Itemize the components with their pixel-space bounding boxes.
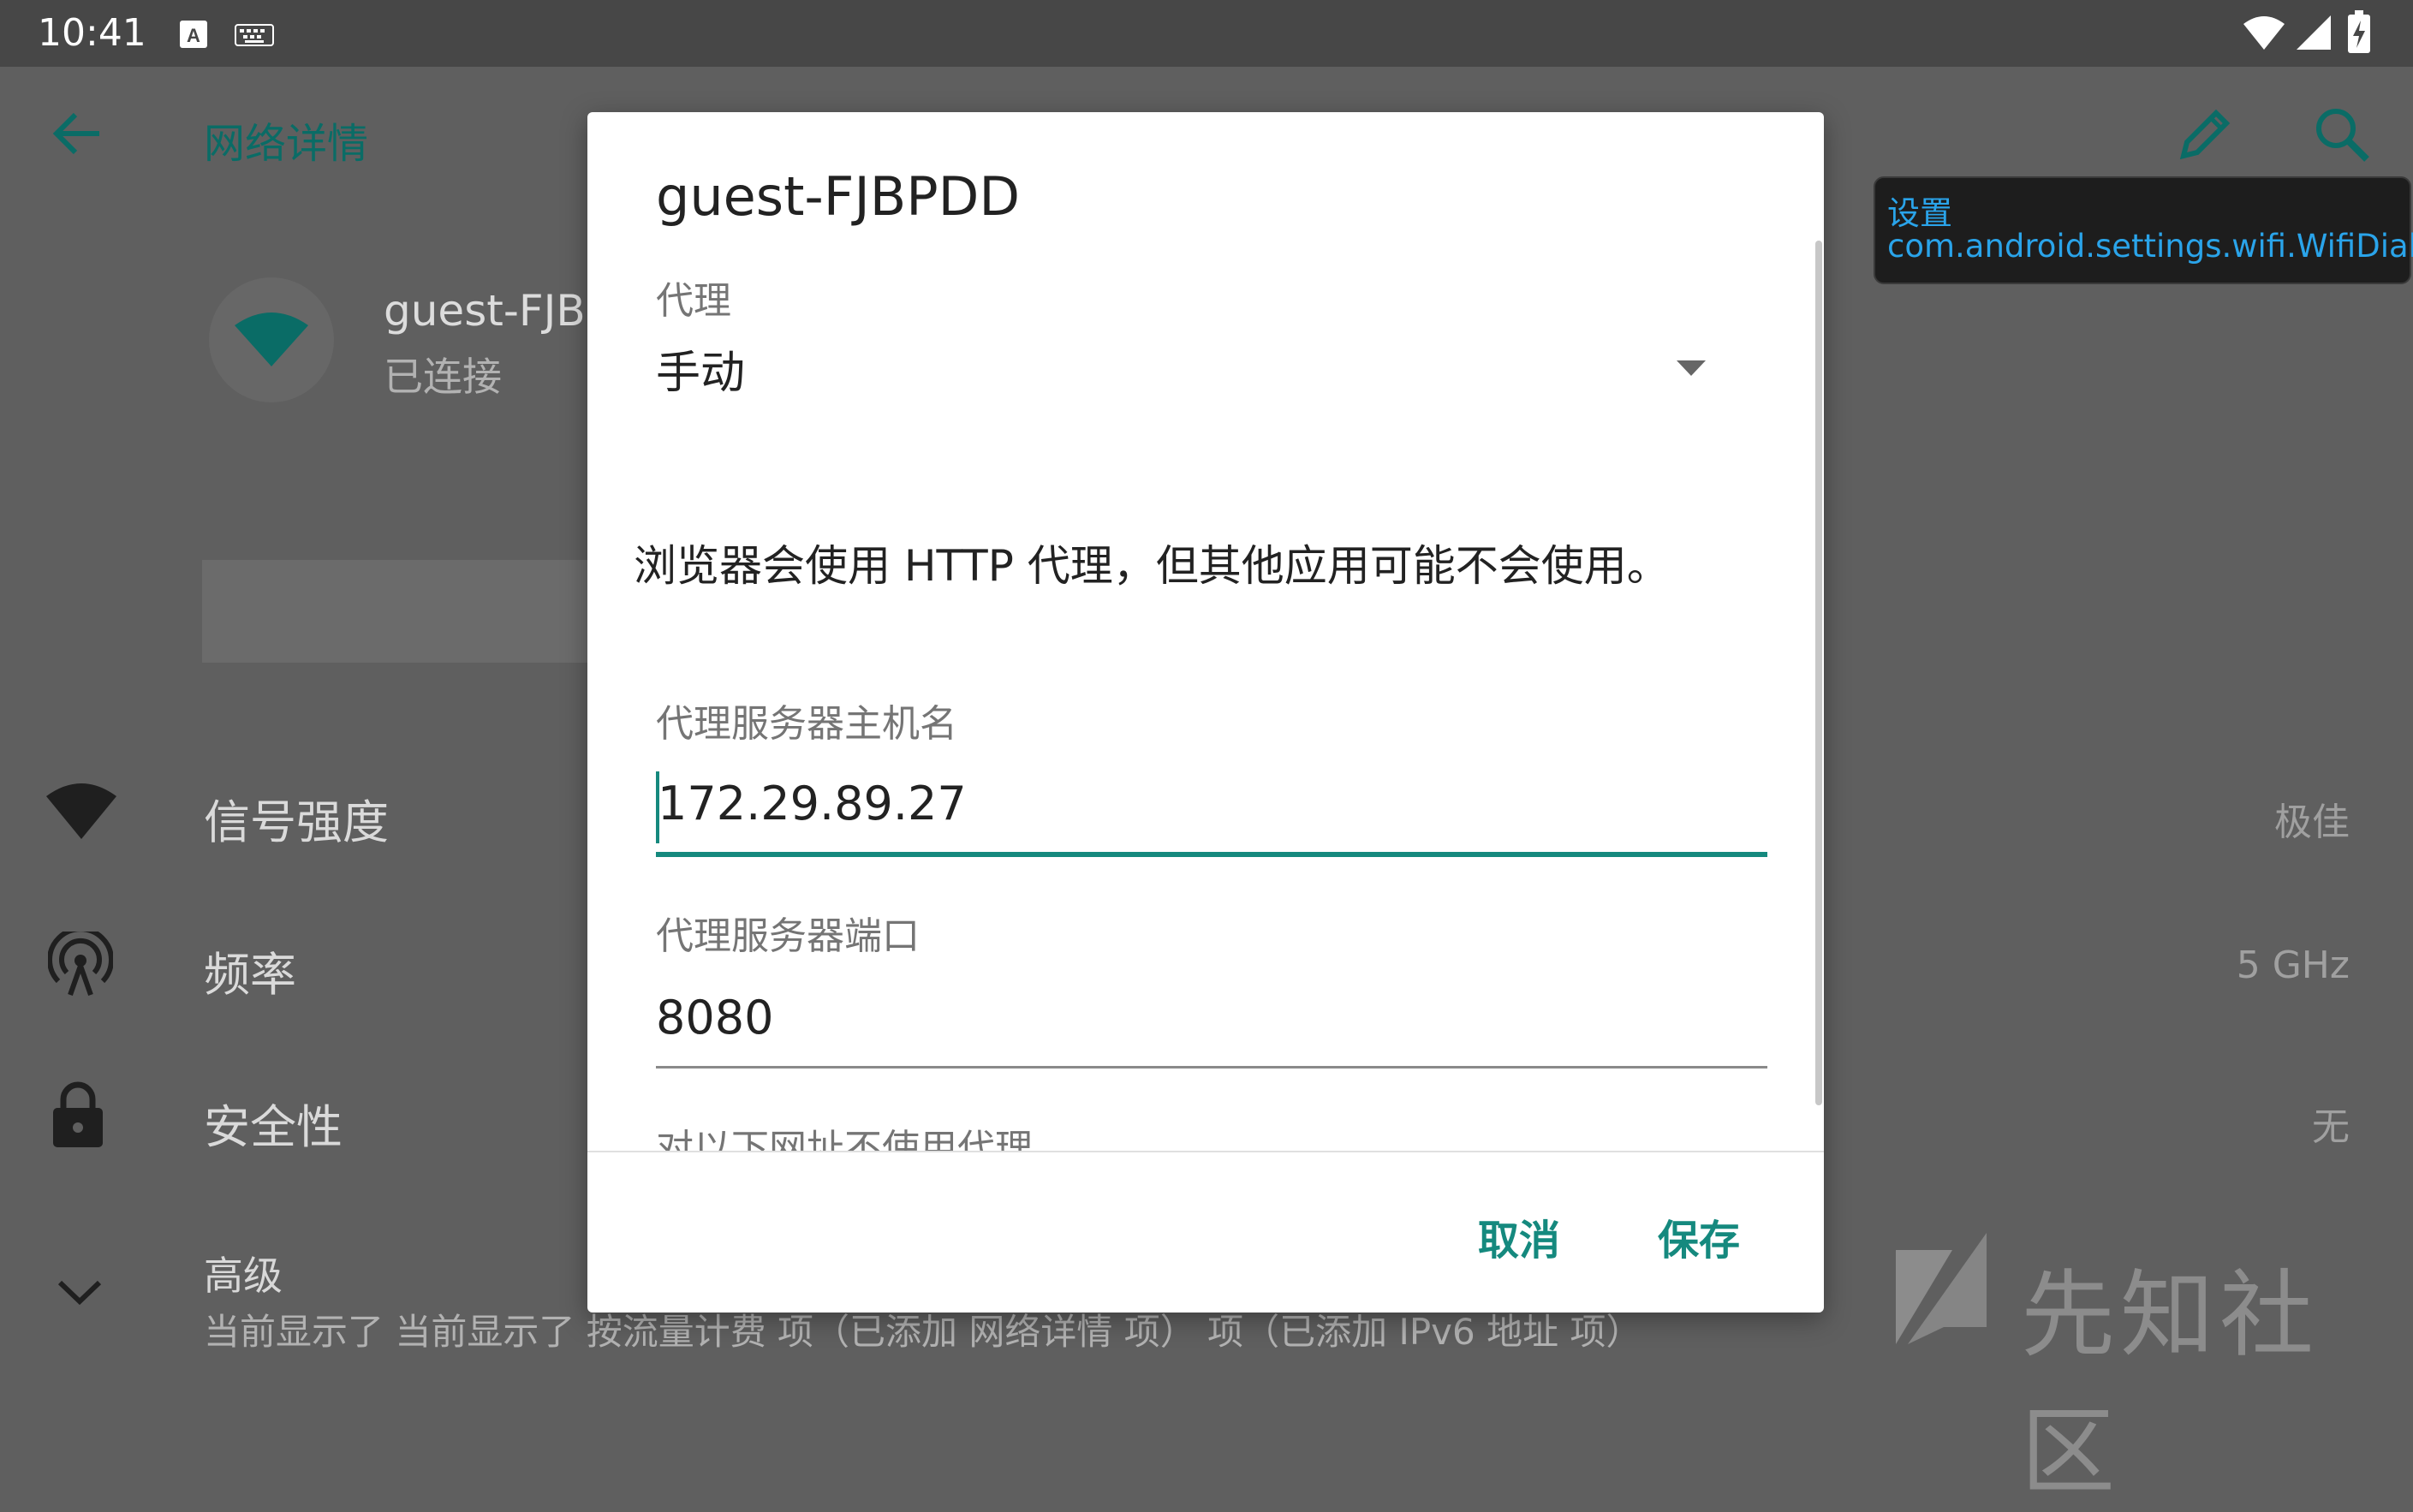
signal-icon [2295, 14, 2333, 51]
security-label: 安全性 [204, 1100, 343, 1154]
search-icon [2316, 109, 2369, 162]
network-avatar [209, 277, 334, 402]
port-input[interactable]: 8080 [656, 982, 1767, 1069]
cancel-button[interactable]: 取消 [1478, 1206, 1560, 1266]
frequency-label: 频率 [204, 948, 296, 1002]
status-time: 10:41 [38, 11, 146, 55]
watermark: 先知社区 [1892, 1233, 2406, 1507]
port-label: 代理服务器端口 [656, 914, 920, 958]
action-button[interactable] [202, 560, 596, 663]
signal-strength-label: 信号强度 [204, 795, 389, 849]
port-input-underline [656, 1066, 1767, 1069]
dialog-divider [587, 1151, 1824, 1152]
page-title: 网络详情 [204, 120, 369, 168]
svg-text:A: A [187, 25, 200, 46]
watermark-logo-icon [1896, 1233, 1987, 1344]
host-label: 代理服务器主机名 [656, 702, 957, 746]
keyboard-icon [235, 24, 274, 46]
dialog-scrollbar[interactable] [1815, 241, 1822, 1105]
advanced-label[interactable]: 高级 [204, 1245, 283, 1301]
frequency-value: 5 GHz [2236, 944, 2350, 987]
host-input-value: 172.29.89.27 [658, 777, 967, 830]
arrow-left-icon [52, 112, 99, 155]
proxy-warning: 浏览器会使用 HTTP 代理，但其他应用可能不会使用。 [634, 541, 1670, 591]
signal-strength-value: 极佳 [2274, 801, 2350, 844]
tooltip-app-name: 设置 [1887, 194, 1953, 232]
dialog-title: guest-FJBPDD [656, 165, 1021, 228]
lock-icon [51, 1080, 104, 1149]
search-button[interactable] [2312, 104, 2372, 164]
proxy-select-value: 手动 [656, 348, 746, 399]
edit-button[interactable] [2175, 104, 2235, 164]
host-input[interactable]: 172.29.89.27 [656, 768, 1767, 860]
security-value: 无 [2312, 1105, 2350, 1149]
port-input-value: 8080 [656, 991, 774, 1045]
status-bar [0, 0, 2413, 67]
wifi-icon [45, 781, 118, 841]
tooltip-activity-name: com.android.settings.wifi.WifiDialog [1887, 228, 2413, 265]
wifi-icon [2242, 14, 2286, 51]
battery-charging-icon [2348, 10, 2370, 53]
proxy-label: 代理 [656, 279, 731, 323]
keyboard-a-icon: A [178, 19, 209, 50]
host-input-underline [656, 852, 1767, 857]
chevron-down-icon[interactable] [57, 1277, 103, 1307]
activity-tooltip: 设置 com.android.settings.wifi.WifiDialog [1874, 176, 2413, 284]
wifi-icon [235, 313, 308, 366]
pencil-icon [2179, 109, 2231, 160]
dropdown-arrow-icon [1677, 360, 1706, 378]
antenna-icon [47, 926, 114, 997]
save-button[interactable]: 保存 [1658, 1206, 1740, 1266]
bypass-label: 对以下网址不使用代理 [656, 1127, 1033, 1152]
watermark-text: 先知社区 [2021, 1260, 2319, 1507]
network-status: 已连接 [384, 354, 502, 400]
network-name: guest-FJBI [384, 286, 599, 336]
proxy-select[interactable]: 手动 [656, 336, 1735, 414]
bypass-label-clip: 对以下网址不使用代理 [587, 1122, 1824, 1152]
wifi-dialog: guest-FJBPDD 代理 手动 浏览器会使用 HTTP 代理，但其他应用可… [587, 112, 1824, 1313]
back-button[interactable] [50, 108, 111, 159]
